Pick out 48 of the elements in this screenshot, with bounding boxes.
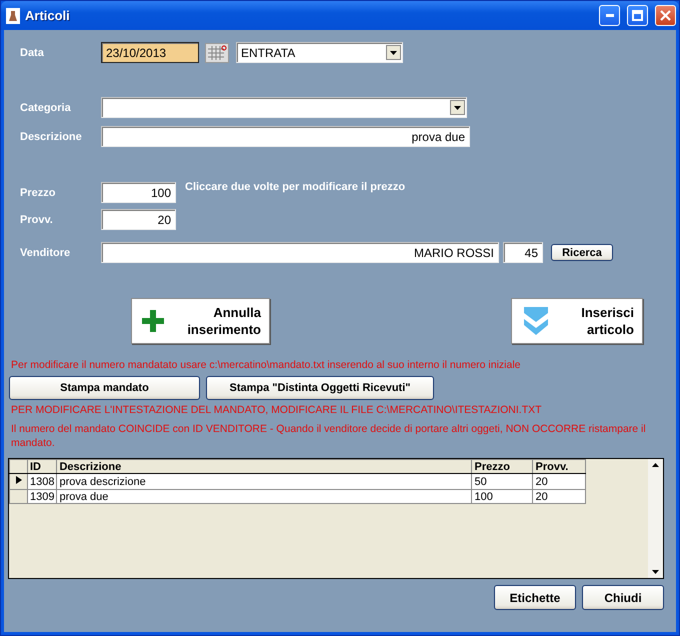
field-label: Categoria (19, 102, 72, 114)
type-dropdown[interactable]: ENTRATA (236, 42, 403, 63)
double-down-arrow-icon (522, 305, 550, 337)
price-field[interactable]: 100 (101, 182, 176, 203)
column-header[interactable]: Descrizione (56, 460, 472, 474)
field-label: Venditore (19, 246, 72, 258)
print-button[interactable]: Stampa "Distinta Oggetti Ricevuti" (206, 376, 434, 400)
action-button[interactable]: Inserisci articolo (511, 298, 643, 344)
category-dropdown[interactable] (101, 97, 467, 118)
table-cell: prova due (56, 490, 472, 504)
info-note: Per modificare il numero mandatato usare c:\mercatino\mandato.txt inserendo al suo interno il numero iniziale (10, 358, 522, 372)
field-label: Descrizione (19, 130, 83, 142)
info-note: Il numero del mandato COINCIDE con ID VENDITORE - Quando il venditore decide di portare altri oggeti, NON OCCORRE ristampare il mandato. (10, 422, 647, 450)
field-label: Data (19, 46, 45, 58)
calendar-icon[interactable] (205, 42, 229, 62)
info-note: PER MODIFICARE L'INTESTAZIONE DEL MANDATO, MODIFICARE IL FILE C:\MERCATINO\ITESTAZIONI.TXT (10, 403, 543, 417)
hint-text: Cliccare due volte per modificare il prezzo (185, 181, 406, 193)
table-cell: 100 (472, 490, 533, 504)
maximize-button[interactable] (627, 5, 648, 26)
field-label: Prezzo (19, 186, 56, 198)
scrollbar[interactable] (648, 459, 663, 578)
close-icon (660, 10, 671, 21)
description-field[interactable]: prova due (101, 126, 470, 147)
field-label: Provv. (19, 214, 54, 226)
seller-name-field[interactable]: MARIO ROSSI (101, 242, 499, 263)
minimize-icon (606, 14, 614, 17)
table-cell: 20 (532, 490, 586, 504)
table-cell: 50 (472, 474, 533, 490)
print-button[interactable]: Stampa mandato (9, 376, 200, 400)
table-cell: prova descrizione (56, 474, 472, 490)
close-button[interactable] (655, 5, 676, 26)
seller-id-field[interactable]: 45 (503, 242, 543, 263)
footer-button[interactable]: Etichette (494, 585, 576, 610)
row-selector[interactable] (10, 474, 28, 490)
search-button[interactable]: Ricerca (551, 244, 613, 261)
table-cell: 20 (532, 474, 586, 490)
app-icon (6, 8, 20, 24)
column-header[interactable]: Prezzo (472, 460, 533, 474)
footer-button[interactable]: Chiudi (582, 585, 664, 610)
table-cell: 1309 (28, 490, 57, 504)
action-button[interactable]: Annulla inserimento (131, 298, 270, 344)
table-cell: 1308 (28, 474, 57, 490)
window-title: Articoli (25, 8, 71, 23)
plus-icon (142, 310, 164, 332)
maximize-icon (632, 10, 643, 21)
minimize-button[interactable] (599, 5, 620, 26)
date-field[interactable]: 23/10/2013 (101, 42, 199, 63)
commission-field[interactable]: 20 (101, 209, 176, 230)
